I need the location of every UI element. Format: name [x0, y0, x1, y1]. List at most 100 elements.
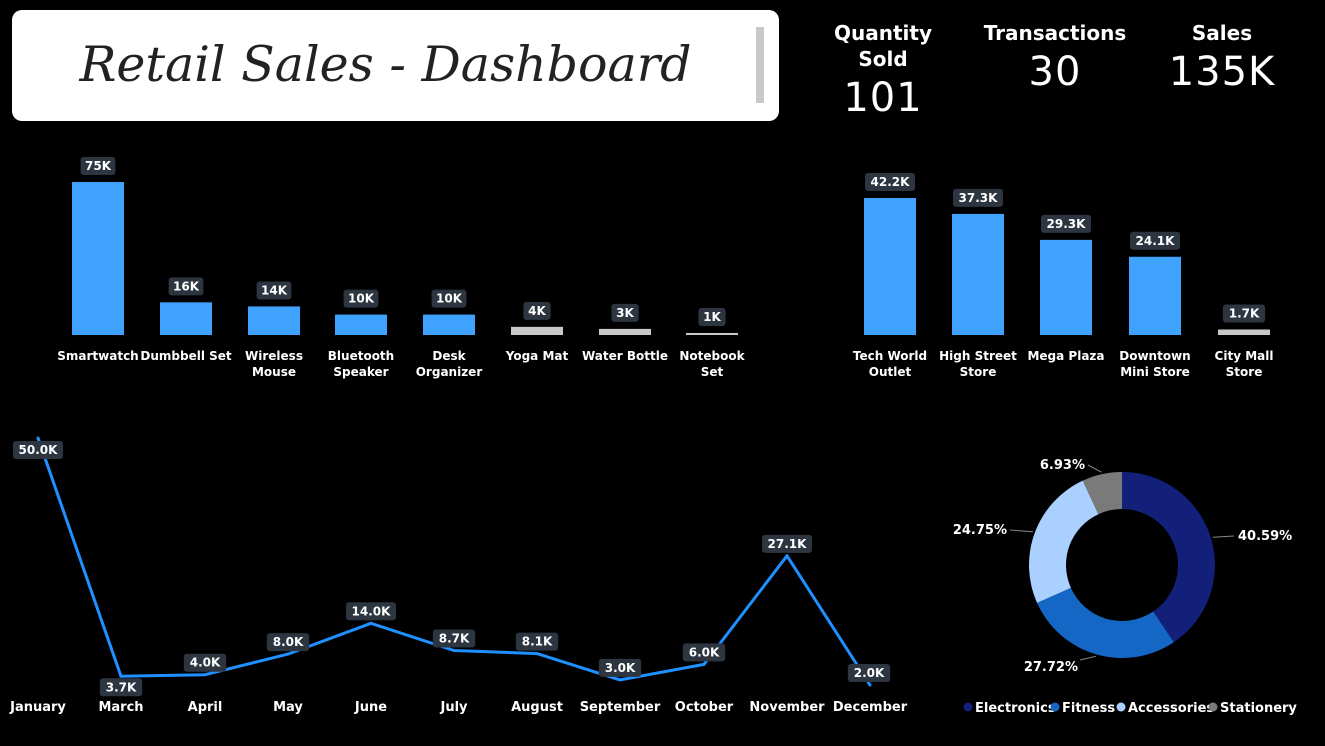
bar-category-label: Outlet — [869, 365, 912, 379]
bar-category-label: Mini Store — [1120, 365, 1190, 379]
bar-category-label: Yoga Mat — [505, 349, 569, 363]
legend-swatch — [1116, 702, 1126, 712]
bar-data-label: 1.7K — [1229, 306, 1260, 320]
bar-data-label: 75K — [85, 159, 112, 173]
bar-data-label: 3K — [616, 306, 634, 320]
line-data-label-group: 4.0K — [183, 653, 227, 672]
bar-category-label: Set — [701, 365, 724, 379]
legend-label: Fitness — [1062, 701, 1115, 716]
bar-category-label: Water Bottle — [582, 349, 668, 363]
bar-data-label: 24.1K — [1136, 234, 1176, 248]
bar — [248, 306, 300, 335]
bar-category-label: Mega Plaza — [1027, 349, 1104, 363]
line-data-label-group: 8.0K — [266, 633, 310, 652]
bar-data-label: 4K — [528, 304, 546, 318]
bar — [160, 302, 212, 335]
donut-leader-line — [1009, 529, 1034, 533]
bar-data-label-group: 10K — [431, 289, 467, 308]
donut-percent-label: 24.75% — [953, 523, 1007, 538]
donut-percent-label: 6.93% — [1040, 458, 1085, 473]
bar — [1218, 329, 1270, 335]
bar — [952, 213, 1004, 335]
month-label: June — [354, 700, 387, 715]
line-data-label-group: 3.0K — [598, 658, 642, 677]
bar — [511, 326, 563, 335]
bar-category-label: Wireless — [245, 349, 303, 363]
bar — [1040, 239, 1092, 335]
line-data-label-group: 8.7K — [432, 629, 476, 648]
bar — [335, 314, 387, 335]
line-data-label: 8.0K — [273, 635, 304, 649]
line-point — [36, 436, 40, 440]
month-label: July — [439, 700, 468, 715]
bar-data-label-group: 4K — [523, 301, 551, 320]
bar-data-label: 10K — [436, 292, 463, 306]
bar-category-label: Speaker — [333, 365, 388, 379]
month-label: December — [833, 700, 908, 715]
month-label: September — [580, 700, 661, 715]
bar — [686, 332, 738, 335]
month-label: April — [188, 700, 223, 715]
bar — [864, 198, 916, 335]
bar-category-label: Smartwatch — [57, 349, 138, 363]
line-data-label: 14.0K — [352, 604, 392, 618]
line-point — [618, 678, 622, 682]
bar-data-label-group: 42.2K — [865, 173, 915, 191]
donut-leader-line — [1079, 655, 1096, 661]
bar-category-label: City Mall — [1215, 349, 1274, 363]
bar-data-label: 37.3K — [959, 191, 999, 205]
line-point — [785, 554, 789, 558]
bar-category-label: Notebook — [679, 349, 745, 363]
line-data-label-group: 3.7K — [99, 678, 143, 697]
line-data-label: 50.0K — [19, 443, 59, 457]
donut-leader-line — [1212, 535, 1235, 538]
bar-data-label-group: 24.1K — [1130, 231, 1180, 250]
donut-percent-label: 27.72% — [1024, 660, 1078, 675]
bar-data-label-group: 29.3K — [1041, 214, 1091, 233]
line-point — [286, 652, 290, 656]
line-point — [119, 674, 123, 678]
bar-data-label-group: 75K — [80, 157, 116, 175]
legend-swatch — [1050, 702, 1060, 712]
line-data-label-group: 27.1K — [762, 534, 812, 553]
bar — [599, 328, 651, 335]
donut-slice — [1029, 480, 1099, 603]
bar-data-label: 1K — [703, 310, 721, 324]
bar-data-label: 42.2K — [871, 175, 911, 189]
donut-leader-line — [1087, 464, 1102, 473]
bar-category-label: Desk — [432, 349, 466, 363]
bar-data-label: 16K — [173, 279, 200, 293]
bar-data-label-group: 1.7K — [1222, 304, 1266, 323]
legend-label: Stationery — [1220, 701, 1297, 716]
line-data-label-group: 8.1K — [515, 632, 559, 651]
bar-data-label: 14K — [261, 283, 288, 297]
month-label: October — [675, 700, 734, 715]
donut-percent-label: 40.59% — [1238, 529, 1292, 544]
legend-swatch — [1208, 702, 1218, 712]
legend-swatch — [963, 702, 973, 712]
line-data-label-group: 50.0K — [13, 441, 63, 459]
bar-data-label-group: 10K — [343, 289, 379, 308]
bar-category-label: Mouse — [252, 365, 296, 379]
bar-category-label: Organizer — [416, 365, 483, 379]
line-point — [702, 662, 706, 666]
bar-data-label: 29.3K — [1047, 217, 1087, 231]
line-data-label-group: 6.0K — [682, 643, 726, 662]
line-point — [369, 621, 373, 625]
legend-label: Electronics — [975, 701, 1056, 716]
bar-data-label-group: 16K — [168, 277, 204, 296]
donut-slice — [1037, 587, 1174, 658]
line-data-label: 8.7K — [439, 632, 470, 646]
bar-category-label: Store — [960, 365, 997, 379]
month-label: March — [98, 700, 143, 715]
bar — [1129, 256, 1181, 335]
sales-trend-line — [36, 437, 872, 686]
line-point — [868, 683, 872, 687]
line-data-label-group: 14.0K — [346, 602, 396, 621]
bar-category-label: Tech World — [853, 349, 927, 363]
line-point — [452, 649, 456, 652]
line-data-label: 3.0K — [605, 661, 636, 675]
bar-data-label-group: 3K — [611, 303, 639, 322]
bar-data-label: 10K — [348, 292, 375, 306]
bar-data-label-group: 14K — [256, 281, 292, 300]
